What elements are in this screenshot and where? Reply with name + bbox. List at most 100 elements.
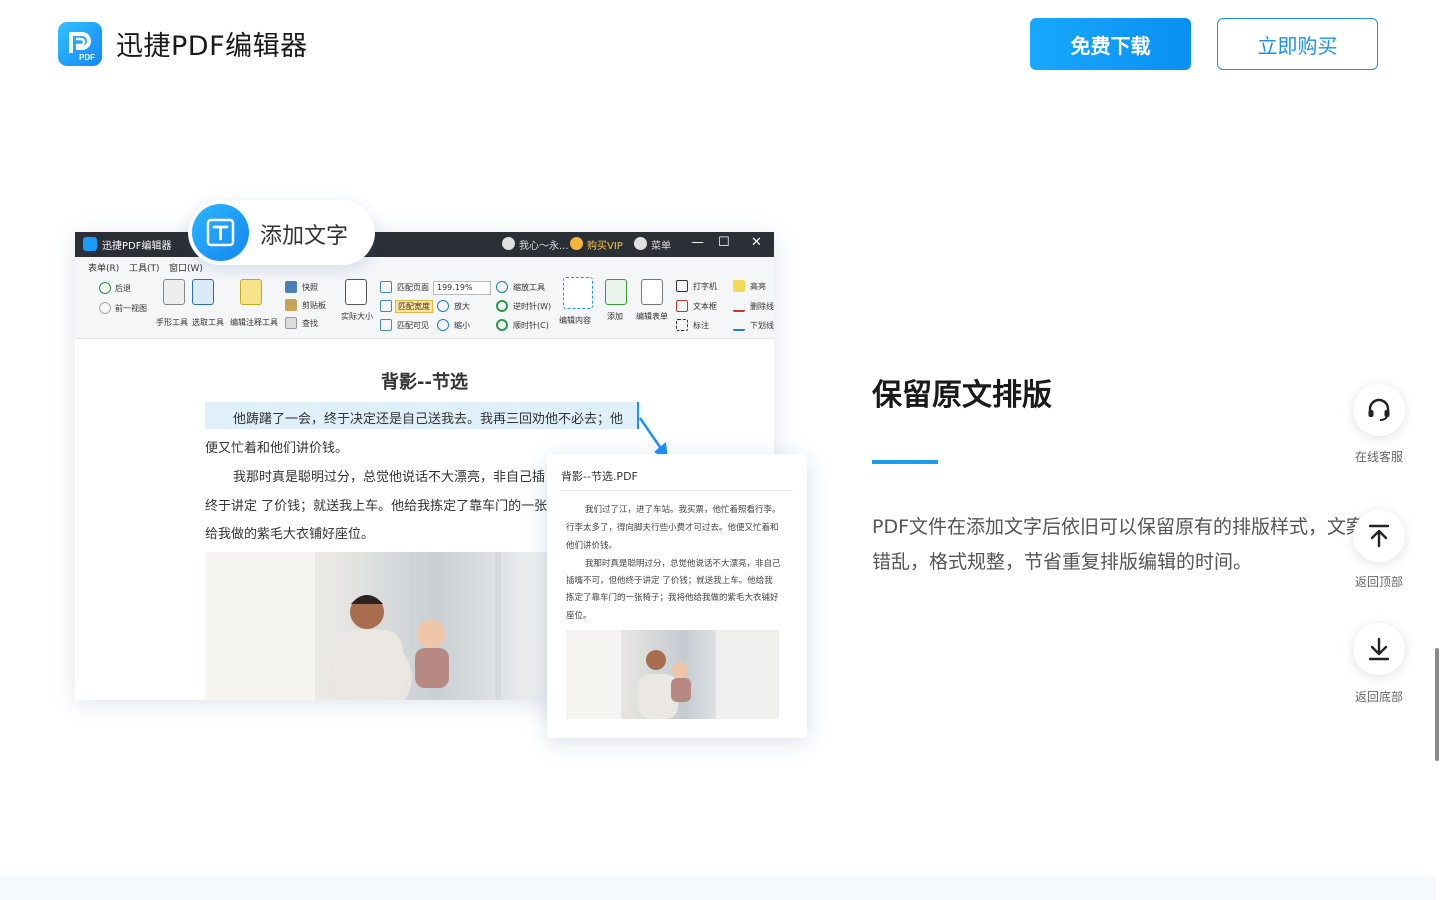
buy-now-button[interactable]: 立即购买 [1217,18,1378,70]
mock-cw-label: 顺时针(C) [513,321,549,330]
brand-name[interactable]: 迅捷PDF编辑器 [116,24,308,63]
mock-find-label: 查找 [302,319,318,328]
feature-accent-bar [872,460,938,464]
mock-snapshot-label: 快照 [302,283,318,292]
card-file-title: 背影--节选.PDF [561,470,638,483]
mock-vip-icon [570,237,583,250]
mock-callout-label: 标注 [693,321,709,330]
mock-typewriter-icon [676,280,688,292]
headset-icon [1368,398,1390,421]
mock-textbox-label: 文本框 [693,302,717,311]
card-line: 行李太多了，得向脚夫行些小费才可过去。他便又忙着和 [566,523,779,533]
doc-line: 便又忙着和他们讲价钱。 [205,441,349,456]
card-divider [561,490,793,491]
doc-title: 背影--节选 [381,372,468,393]
mock-zoom-out-icon [437,319,449,331]
mock-user-icon [502,237,515,250]
back-to-bottom-label[interactable]: 返回底部 [1339,688,1419,705]
mock-strike-label: 删除线 [750,302,774,311]
card-line: 我那时真是聪明过分，总觉他说话不大漂亮，非自己 [585,559,781,569]
mock-app-logo-icon [83,237,97,251]
mock-menu-label: 菜单 [651,241,671,252]
mock-fit-visible-label: 匹配可见 [397,321,429,330]
mock-fit-page-label: 匹配页面 [397,283,429,292]
mock-add-icon [605,279,627,305]
mock-actual-size-label: 实际大小 [341,312,373,321]
mock-highlight-label: 高亮 [750,282,766,291]
mock-user-name: 我心～永... [519,241,569,252]
mock-ccw-label: 逆时针(W) [513,302,552,311]
arrow-down-icon [1368,637,1390,661]
mock-fit-visible-icon [380,319,392,331]
card-photo [566,630,779,719]
mock-menu-tools: 工具(T) [129,264,160,274]
mock-menu-icon [634,237,647,250]
mock-zoom-tool-icon [496,281,508,293]
mock-underline-label: 下划线 [750,321,774,330]
mock-find-icon [285,317,297,329]
mock-select-tool-icon [192,279,214,305]
mock-toolbar: 后退 前一视图 手形工具 选取工具 编辑注释工具 快照 剪贴板 查找 实际大小 … [75,275,774,339]
mock-zoom-in-icon [437,300,449,312]
next-section-band [0,876,1436,900]
mock-annot-tool-icon [240,279,262,305]
page-scrollbar[interactable] [1434,0,1440,900]
logo-pdf-text: PDF [79,53,95,62]
mock-strike-icon [733,300,745,312]
mock-fit-page-icon [380,281,392,293]
mock-actual-size-icon [345,279,367,305]
text-tool-icon [192,204,249,261]
mock-clipboard-label: 剪贴板 [302,301,326,310]
mock-ccw-icon [496,300,508,312]
card-line: 拣定了靠车门的一张椅子；我将他给我做的紫毛大衣铺好 [566,593,779,603]
page-scrollbar-thumb[interactable] [1435,648,1439,761]
mock-prev-view-label: 前一视图 [115,304,147,313]
doc-line: 我那时真是聪明过分，总觉他说话不大漂亮，非自己插 [233,470,546,485]
mock-prev-view-icon [99,302,111,314]
mock-underline-icon [733,319,745,331]
mock-vip-label: 购买VIP [587,241,623,252]
mock-hand-tool-icon [163,279,185,305]
mock-edit-form-label: 编辑表单 [636,312,668,321]
mock-title-bar: 迅捷PDF编辑器 我心～永... 购买VIP 菜单 — ☐ ✕ [75,232,774,257]
mock-clipboard-icon [285,299,297,311]
mock-edit-content-icon [563,277,593,309]
mock-edit-form-icon [641,279,663,305]
mock-zoom-field: 199.19% [433,281,491,295]
back-to-top-button[interactable] [1353,510,1405,562]
mock-add-label: 添加 [607,312,623,321]
card-line: 他们讲价钱。 [566,541,618,551]
mock-snapshot-icon [285,281,297,293]
mock-back-label: 后退 [115,284,131,293]
mock-highlight-icon [733,280,745,292]
mock-zoom-out-label: 缩小 [454,321,470,330]
site-header: PDF 迅捷PDF编辑器 免费下载 立即购买 [0,0,1440,90]
brand-logo[interactable]: PDF [58,22,102,66]
mock-zoom-tool-label: 缩放工具 [513,283,545,292]
add-text-label: 添加文字 [260,224,349,249]
feature-description: PDF文件在添加文字后依旧可以保留原有的排版样式，文案不错乱，格式规整，节省重复… [872,516,1385,573]
mock-annot-tool-label: 编辑注释工具 [230,318,278,327]
card-line: 我们过了江，进了车站。我买票，他忙着照看行李。 [585,505,781,515]
online-service-button[interactable] [1353,384,1405,436]
back-to-bottom-button[interactable] [1353,623,1405,675]
mock-select-tool-label: 选取工具 [192,318,224,327]
mock-cw-icon [496,319,508,331]
mock-app-name: 迅捷PDF编辑器 [102,241,172,252]
mock-menu-window: 窗口(W) [169,264,203,274]
mock-hand-tool-label: 手形工具 [156,318,188,327]
feature-title: 保留原文排版 [872,378,1052,413]
card-father-child-photo [566,630,779,719]
mock-close-icon: ✕ [751,235,762,250]
back-to-top-label[interactable]: 返回顶部 [1339,573,1419,590]
add-text-badge: 添加文字 [188,200,375,265]
online-service-label[interactable]: 在线客服 [1339,448,1419,465]
card-line: 插嘴不可，但他终于讲定 了价钱；就送我上车。他给我 [566,576,773,586]
mock-textbox-icon [676,300,688,312]
mock-fit-width-label: 匹配宽度 [395,300,433,313]
mock-menu-bar: 表单(R) 工具(T) 窗口(W) [75,257,774,275]
mock-minimize-icon: — [691,235,704,250]
free-download-button[interactable]: 免费下载 [1030,18,1191,70]
mock-back-icon [99,282,111,294]
arrow-up-icon [1368,524,1390,548]
